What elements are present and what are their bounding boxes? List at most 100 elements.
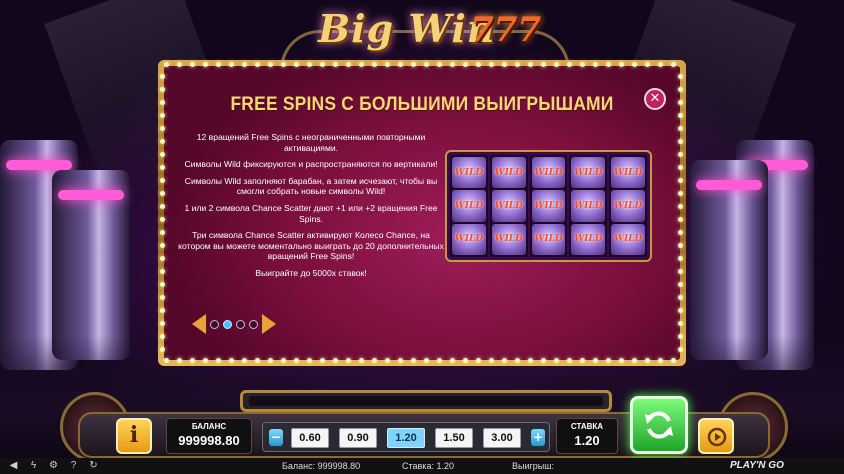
wild-symbol: WILD (611, 157, 645, 189)
marquee-bulb (678, 152, 683, 157)
marquee-bulb (450, 358, 455, 363)
page-dot-1[interactable] (210, 319, 219, 329)
bet-option[interactable]: 3.00 (483, 428, 521, 448)
marquee-bulb (385, 62, 390, 67)
marquee-bulb (678, 126, 683, 131)
wild-symbol-label: WILD (613, 200, 643, 211)
wild-symbol-label: WILD (454, 200, 484, 211)
wild-symbol-label: WILD (613, 167, 643, 178)
status-balance: Баланс: 999998.80 (282, 461, 361, 471)
volume-icon[interactable]: ◀ (8, 460, 19, 471)
spin-button[interactable] (630, 396, 688, 454)
reel-column: WILD WILD WILD (609, 155, 647, 257)
page-dot-3[interactable] (236, 319, 245, 329)
marquee-bulb (160, 152, 165, 157)
marquee-bulb (678, 178, 683, 183)
bet-option[interactable]: 0.60 (291, 428, 329, 448)
bet-option[interactable]: 1.50 (435, 428, 473, 448)
settings-icon[interactable]: ⚙ (48, 460, 59, 471)
reel-column: WILD WILD WILD (569, 155, 608, 257)
wild-symbol-label: WILD (574, 167, 603, 178)
autoplay-icon (707, 427, 727, 447)
marquee-bulb (160, 74, 165, 79)
marquee-bulb (160, 347, 165, 352)
wild-symbol-label: WILD (494, 167, 523, 178)
marquee-bulb (160, 87, 165, 92)
wild-symbol: WILD (611, 190, 645, 222)
close-button[interactable]: ✕ (644, 88, 666, 110)
marquee-bulb (541, 358, 546, 363)
marquee-bulb (489, 358, 494, 363)
question-icon[interactable]: ? (68, 460, 79, 471)
lightning-icon[interactable]: ϟ (28, 460, 39, 471)
marquee-bulb (177, 62, 182, 67)
marquee-bulb (678, 282, 683, 287)
status-bar: ◀ ϟ ⚙ ? ↻ Баланс: 999998.80 Ставка: 1.20… (0, 458, 844, 474)
wild-symbol: WILD (531, 223, 566, 255)
marquee-bulb (160, 191, 165, 196)
provider-logo: PLAY'N GO (730, 460, 784, 471)
marquee-bulb (476, 358, 481, 363)
bet-option-selected[interactable]: 1.20 (387, 428, 425, 448)
wild-reels-illustration: WILD WILD WILD WILD WILD WILD WILD WILD WILD WILD… (447, 152, 650, 260)
marquee-bulb (398, 62, 403, 67)
marquee-bulb (320, 358, 325, 363)
marquee-bulb (424, 62, 429, 67)
marquee-bulb (671, 358, 676, 363)
marquee-bulb (268, 358, 273, 363)
wild-symbol-label: WILD (454, 234, 484, 245)
wild-symbol-label: WILD (494, 200, 523, 211)
marquee-bulb (160, 217, 165, 222)
marquee-bulb (424, 358, 429, 363)
wild-symbol-label: WILD (534, 167, 563, 178)
stake-value: 1.20 (574, 433, 600, 448)
page-dot-4[interactable] (249, 319, 258, 329)
desc-paragraph: Три символа Chance Scatter активируют Ко… (178, 230, 444, 262)
bet-option[interactable]: 0.90 (339, 428, 377, 448)
wild-symbol: WILD (491, 157, 526, 189)
marquee-bulb (216, 358, 221, 363)
marquee-bulb (294, 62, 299, 67)
history-icon[interactable]: ↻ (88, 460, 99, 471)
marquee-bulb (160, 230, 165, 235)
autoplay-button[interactable] (698, 418, 734, 454)
marquee-bulb (678, 87, 683, 92)
marquee-bulb (160, 321, 165, 326)
info-button[interactable]: i (116, 418, 152, 454)
marquee-bulb (463, 62, 468, 67)
marquee-bulb (678, 113, 683, 118)
wild-symbol: WILD (452, 223, 486, 255)
marquee-bulb (567, 358, 572, 363)
marquee-bulb (372, 62, 377, 67)
increase-bet-button[interactable]: + (531, 429, 545, 446)
reel-column: WILD WILD WILD (489, 155, 528, 257)
marquee-bulb (346, 358, 351, 363)
marquee-bulb (229, 358, 234, 363)
marquee-bulb (632, 62, 637, 67)
marquee-bulb (541, 62, 546, 67)
page-dot-2[interactable] (223, 319, 232, 329)
wild-symbol-label: WILD (454, 167, 484, 178)
marquee-bulb (671, 62, 676, 67)
desc-paragraph: 12 вращений Free Spins с неограниченными… (196, 132, 426, 153)
wild-symbol: WILD (571, 157, 606, 189)
marquee-bulb (160, 256, 165, 261)
marquee-bulb (678, 100, 683, 105)
next-page-arrow-icon[interactable] (262, 314, 276, 334)
marquee-bulb (190, 358, 195, 363)
marquee-bulb (678, 308, 683, 313)
marquee-bulb (437, 62, 442, 67)
marquee-bulb (515, 358, 520, 363)
reel-column: WILD WILD WILD (450, 155, 488, 257)
marquee-bulb (398, 358, 403, 363)
prev-page-arrow-icon[interactable] (192, 314, 206, 334)
spin-arrows-icon (645, 411, 673, 439)
marquee-bulb (678, 230, 683, 235)
marquee-bulb (678, 334, 683, 339)
decrease-bet-button[interactable]: − (269, 429, 283, 446)
marquee-bulb (333, 62, 338, 67)
marquee-bulb (190, 62, 195, 67)
marquee-bulb (645, 62, 650, 67)
desc-paragraph: 1 или 2 символа Chance Scatter дают +1 и… (184, 202, 438, 224)
stake-label: СТАВКА (570, 422, 604, 431)
